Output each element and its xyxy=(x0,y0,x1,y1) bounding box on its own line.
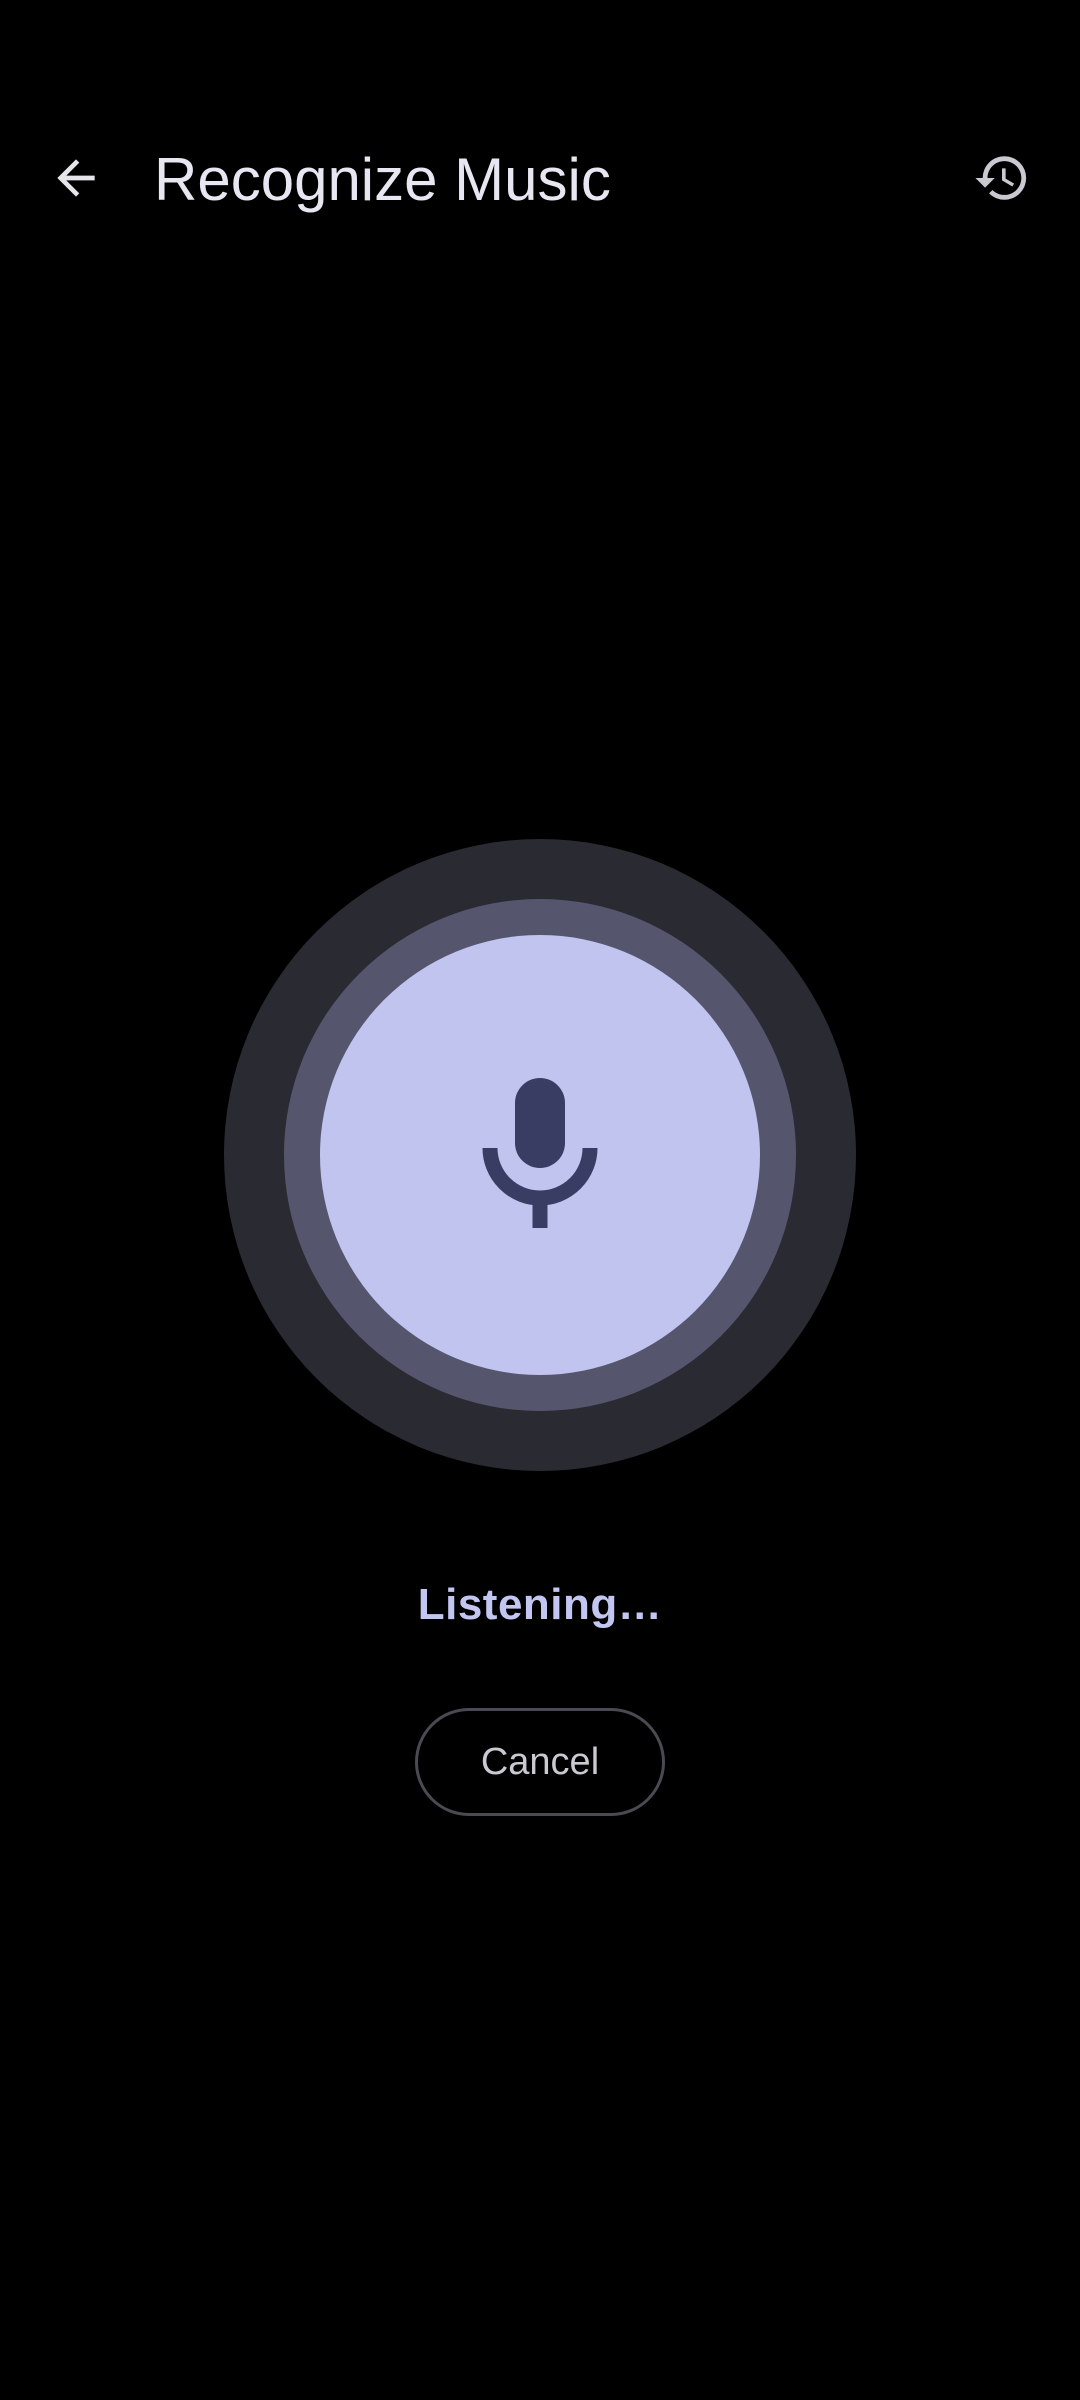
cancel-button[interactable]: Cancel xyxy=(415,1708,665,1816)
history-button[interactable] xyxy=(952,130,1052,230)
back-button[interactable] xyxy=(26,120,126,240)
listening-mic-button[interactable] xyxy=(320,935,760,1375)
microphone-icon xyxy=(480,1078,600,1232)
cancel-label: Cancel xyxy=(480,1740,600,1783)
listening-status: Listening… xyxy=(417,1580,663,1629)
history-icon xyxy=(973,149,1031,211)
top-app-bar: Recognize Music xyxy=(0,120,1080,240)
arrow-back-icon xyxy=(48,150,104,210)
page-title: Recognize Music xyxy=(154,146,611,213)
